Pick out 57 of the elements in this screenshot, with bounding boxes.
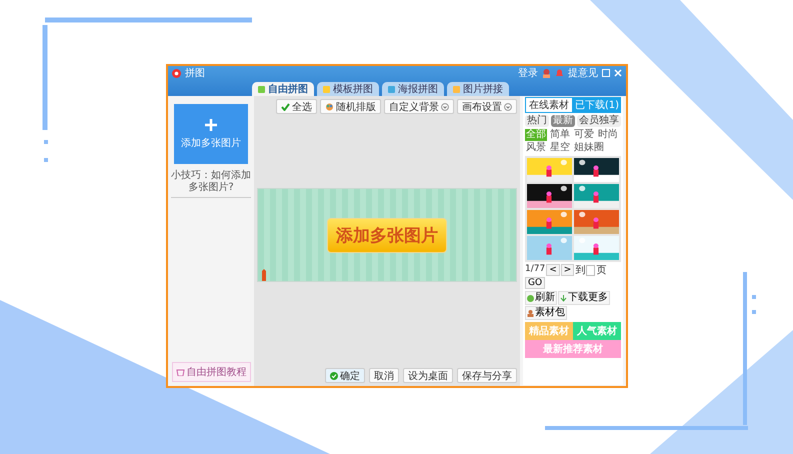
bell-icon[interactable]: [555, 68, 564, 78]
tip-text: 小技巧：如何添加多张图片?: [171, 170, 251, 198]
maximize-icon[interactable]: [602, 69, 610, 77]
palette-icon: [325, 102, 334, 110]
filter-chip[interactable]: 会员独享: [577, 115, 621, 127]
mode-tab[interactable]: 海报拼图: [382, 82, 444, 96]
toolbar-button[interactable]: 画布设置: [457, 99, 517, 114]
dropdown-icon: [504, 102, 512, 110]
dots-drawing: [44, 140, 48, 162]
panel-link[interactable]: 下载更多: [558, 291, 610, 305]
person-icon: [527, 310, 534, 316]
category-link[interactable]: 时尚: [597, 129, 619, 141]
action-button[interactable]: 保存与分享: [457, 368, 517, 383]
window-title: 拼图: [185, 68, 205, 78]
cup-icon: [176, 368, 184, 376]
action-button[interactable]: 取消: [369, 368, 399, 383]
go-button[interactable]: GO: [525, 277, 546, 289]
action-button[interactable]: 确定: [325, 368, 365, 383]
tab-icon: [388, 86, 395, 92]
tab-icon: [323, 86, 330, 92]
page-input[interactable]: [586, 264, 596, 276]
dots-drawing: [752, 295, 756, 314]
refresh-icon: [527, 294, 534, 302]
category-link[interactable]: 风景: [525, 142, 547, 154]
check-icon: [281, 102, 290, 110]
tab-icon: [453, 86, 460, 92]
next-page-button[interactable]: >: [560, 264, 574, 276]
filter-chip[interactable]: 最新: [551, 115, 575, 127]
check-circle-icon: [330, 372, 338, 380]
toolbar-button[interactable]: 全选: [276, 99, 317, 114]
download-icon: [560, 294, 567, 302]
app-logo-icon: [172, 68, 181, 78]
action-button[interactable]: 设为桌面: [403, 368, 453, 383]
goto-label: 到: [575, 264, 586, 276]
close-icon[interactable]: [614, 69, 622, 77]
panel-link[interactable]: 刷新: [525, 291, 557, 305]
dropdown-icon: [441, 102, 449, 110]
prev-page-button[interactable]: <: [546, 264, 560, 276]
mode-tab[interactable]: 自由拼图: [252, 82, 314, 96]
toolbar-button[interactable]: 自定义背景: [384, 99, 454, 114]
tab-icon: [258, 86, 265, 92]
page-count: 1/77: [525, 265, 546, 275]
category-link[interactable]: 星空: [549, 142, 571, 154]
panel-tab[interactable]: 在线素材: [525, 97, 573, 113]
panel-link[interactable]: 素材包: [525, 306, 567, 320]
avatar-icon[interactable]: [542, 68, 551, 78]
plus-icon: [204, 118, 218, 132]
category-link[interactable]: 可爱: [573, 129, 595, 141]
toolbar-button[interactable]: 随机排版: [320, 99, 381, 114]
figure-icon: [261, 269, 267, 281]
tutorial-button[interactable]: 自由拼图教程: [172, 362, 250, 382]
filter-chip[interactable]: 热门: [525, 115, 549, 127]
page-label: 页: [596, 264, 606, 276]
category-link[interactable]: 简单: [549, 129, 571, 141]
category-link[interactable]: 姐妹圈: [573, 142, 605, 154]
mode-tab[interactable]: 模板拼图: [317, 82, 379, 96]
mode-tab[interactable]: 图片拼接: [447, 82, 509, 96]
